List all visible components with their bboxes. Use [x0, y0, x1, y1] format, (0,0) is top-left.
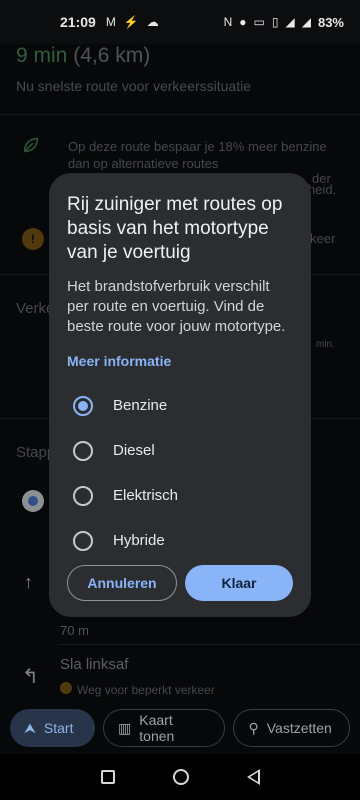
option-label: Diesel: [113, 442, 155, 459]
option-label: Benzine: [113, 397, 168, 414]
show-map-label: Kaart tonen: [139, 712, 175, 744]
pin-label: Vastzetten: [266, 720, 332, 736]
pin-icon: ⚲: [248, 719, 259, 736]
option-benzine[interactable]: Benzine: [67, 383, 293, 428]
cancel-button[interactable]: Annuleren: [67, 565, 177, 601]
gmail-icon: M: [105, 15, 116, 29]
bottom-action-bar: ⮝ Start ▥ Kaart tonen ⚲ Vastzetten: [0, 702, 360, 754]
status-notification-icons: M ⚡ ☁: [106, 15, 159, 29]
cloud-icon: ☁: [146, 15, 159, 29]
nfc-icon: N: [223, 15, 233, 29]
map-icon: ▥: [118, 719, 132, 736]
engine-type-options: Benzine Diesel Elektrisch Hybride: [67, 383, 293, 563]
recents-icon[interactable]: [100, 770, 115, 784]
radio-unselected-icon[interactable]: [73, 440, 93, 461]
option-label: Elektrisch: [113, 487, 179, 504]
back-icon[interactable]: [246, 769, 260, 785]
option-hybride[interactable]: Hybride: [67, 518, 293, 563]
home-icon[interactable]: [172, 769, 189, 785]
status-system-icons: N ● ▭ ▯ ◢ ◢ 83%: [224, 15, 344, 30]
system-navigation-bar: [0, 754, 360, 800]
navigation-arrow-icon: ⮝: [24, 719, 36, 736]
radio-unselected-icon[interactable]: [73, 485, 93, 506]
option-label: Hybride: [113, 532, 165, 549]
dialog-actions: Annuleren Klaar: [67, 565, 293, 601]
signal-2-icon: ◢: [301, 15, 311, 29]
radio-unselected-icon[interactable]: [73, 530, 93, 551]
start-label: Start: [43, 720, 74, 736]
start-button[interactable]: ⮝ Start: [10, 709, 96, 747]
vibrate-icon: ▯: [271, 15, 279, 29]
engine-type-dialog: Rij zuiniger met routes op basis van het…: [49, 173, 311, 617]
battery-level: 83%: [317, 14, 344, 30]
option-diesel[interactable]: Diesel: [67, 428, 293, 473]
bolt-icon: ⚡: [123, 15, 139, 29]
pin-button[interactable]: ⚲ Vastzetten: [233, 709, 350, 747]
more-info-link[interactable]: Meer informatie: [67, 353, 293, 369]
done-button[interactable]: Klaar: [185, 565, 293, 601]
volte-icon: ▭: [253, 15, 265, 29]
signal-icon: ◢: [285, 15, 295, 29]
option-elektrisch[interactable]: Elektrisch: [67, 473, 293, 518]
dialog-body: Het brandstofverbruik verschilt per rout…: [67, 278, 286, 335]
radio-selected-icon[interactable]: [73, 395, 93, 416]
status-time: 21:09: [60, 14, 96, 30]
dialog-title: Rij zuiniger met routes op basis van het…: [67, 194, 283, 263]
location-icon: ●: [239, 15, 247, 29]
show-map-button[interactable]: ▥ Kaart tonen: [103, 709, 226, 747]
status-bar: 21:09 M ⚡ ☁ N ● ▭ ▯ ◢ ◢ 83%: [0, 0, 360, 44]
